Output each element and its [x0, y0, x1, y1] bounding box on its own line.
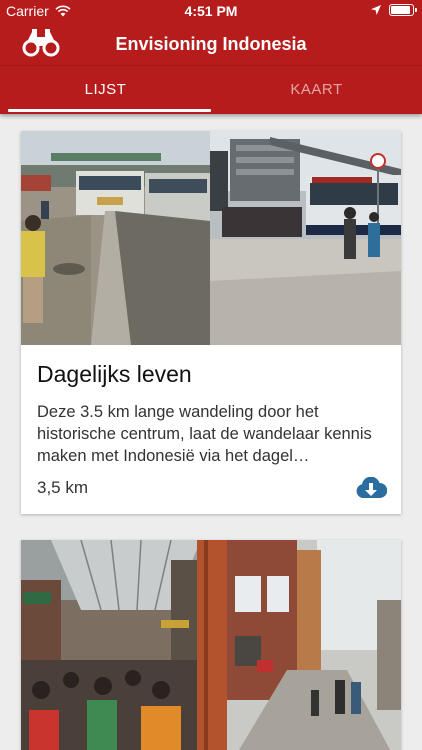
active-tab-indicator — [8, 109, 211, 112]
battery-icon — [389, 4, 417, 16]
status-bar: Carrier 4:51 PM — [0, 0, 422, 22]
app-header: Carrier 4:51 PM Envisioning Indonesia LI… — [0, 0, 422, 114]
tab-kaart[interactable]: KAART — [211, 66, 422, 115]
tour-card[interactable] — [21, 540, 401, 750]
status-right-group — [371, 4, 417, 16]
battery-fill — [391, 6, 410, 14]
tour-description: Deze 3.5 km lange wandeling door het his… — [37, 403, 372, 465]
market-arcade-photo — [21, 540, 227, 750]
status-time: 4:51 PM — [184, 3, 238, 19]
tour-distance: 3,5 km — [37, 478, 89, 497]
tour-card[interactable]: Dagelijks leven Deze 3.5 km lange wandel… — [21, 131, 401, 514]
city-bus-photo — [210, 131, 401, 345]
market-street-photo — [21, 131, 210, 345]
app-bar: Envisioning Indonesia — [0, 22, 422, 65]
app-title: Envisioning Indonesia — [115, 34, 307, 54]
location-arrow-icon — [371, 5, 381, 15]
tour-title: Dagelijks leven — [37, 361, 192, 387]
tab-lijst[interactable]: LIJST — [0, 66, 211, 115]
shopping-street-photo — [227, 540, 401, 750]
cloud-download-icon[interactable] — [355, 477, 387, 499]
tab-bar: LIJST KAART — [0, 65, 422, 114]
